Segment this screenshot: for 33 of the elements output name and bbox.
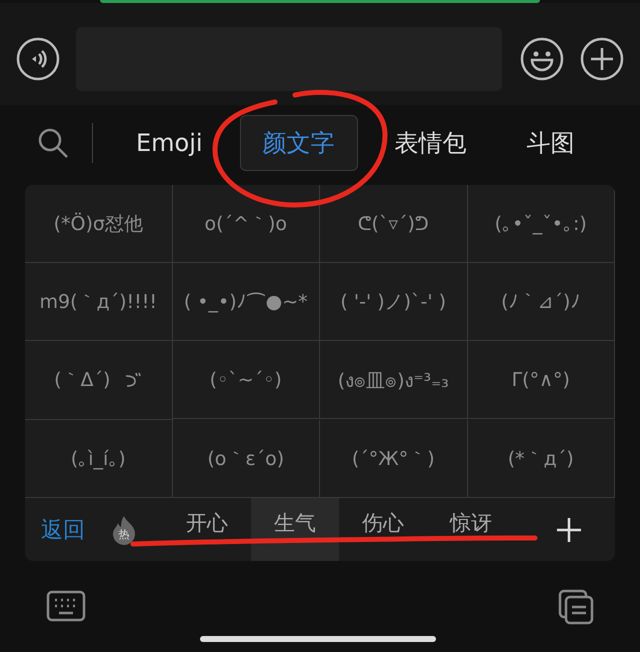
plus-circle-icon[interactable] bbox=[580, 37, 624, 81]
kaomoji-cell[interactable]: ( •_•)ﾉ⌒●~* bbox=[172, 263, 320, 341]
category-tab[interactable]: Emoji bbox=[113, 115, 226, 171]
kaomoji-cell[interactable]: (o｀ε´o) bbox=[172, 420, 320, 498]
kaomoji-cell[interactable]: o(´^｀)o bbox=[172, 185, 320, 263]
wave-mark-icon bbox=[124, 372, 142, 388]
kaomoji-cell[interactable]: (ง๏皿๏)ง⁼³₌₃ bbox=[320, 341, 468, 419]
kaomoji-cell[interactable]: ( '-' )ノ)`-' ) bbox=[320, 263, 468, 341]
smiley-icon[interactable] bbox=[520, 37, 564, 81]
kaomoji-cell[interactable]: (｡ì_í｡) bbox=[25, 420, 172, 498]
kaomoji-cell[interactable]: (*｀д´) bbox=[468, 420, 615, 498]
mood-tab[interactable]: 伤心 bbox=[339, 498, 427, 561]
mood-tab[interactable]: 生气 bbox=[251, 498, 339, 561]
copy-icon[interactable] bbox=[556, 589, 596, 625]
mood-tab[interactable]: 惊讶 bbox=[427, 498, 515, 561]
kaomoji-cell[interactable]: ᕦ(`▿´)ᕤ bbox=[320, 185, 468, 263]
kaomoji-cell[interactable]: m9(｀д´)!!!! bbox=[25, 263, 172, 341]
mood-tab[interactable]: 开心 bbox=[163, 498, 251, 561]
category-tab[interactable]: 表情包 bbox=[372, 115, 490, 171]
hot-flame-icon[interactable]: 热 bbox=[111, 514, 137, 544]
kaomoji-cell[interactable]: (*Ö)σ怼他 bbox=[25, 185, 172, 263]
kaomoji-cell[interactable]: (ﾉ｀⊿´)ﾉ bbox=[468, 263, 615, 341]
kaomoji-cell[interactable]: (｀Δ´) bbox=[54, 367, 110, 393]
category-tab[interactable]: 斗图 bbox=[504, 115, 598, 171]
kaomoji-cell[interactable]: (◦`~´◦) bbox=[172, 341, 320, 419]
kaomoji-cell[interactable]: (´°Ж°｀) bbox=[320, 420, 468, 498]
add-icon[interactable] bbox=[555, 516, 583, 544]
voice-icon[interactable] bbox=[16, 37, 60, 81]
search-icon[interactable] bbox=[36, 126, 70, 160]
category-tab[interactable]: 颜文字 bbox=[240, 115, 358, 171]
message-input-field[interactable] bbox=[76, 27, 502, 91]
back-button[interactable]: 返回 bbox=[41, 514, 85, 544]
kaomoji-cell[interactable]: Γ(°∧°) bbox=[468, 341, 615, 419]
